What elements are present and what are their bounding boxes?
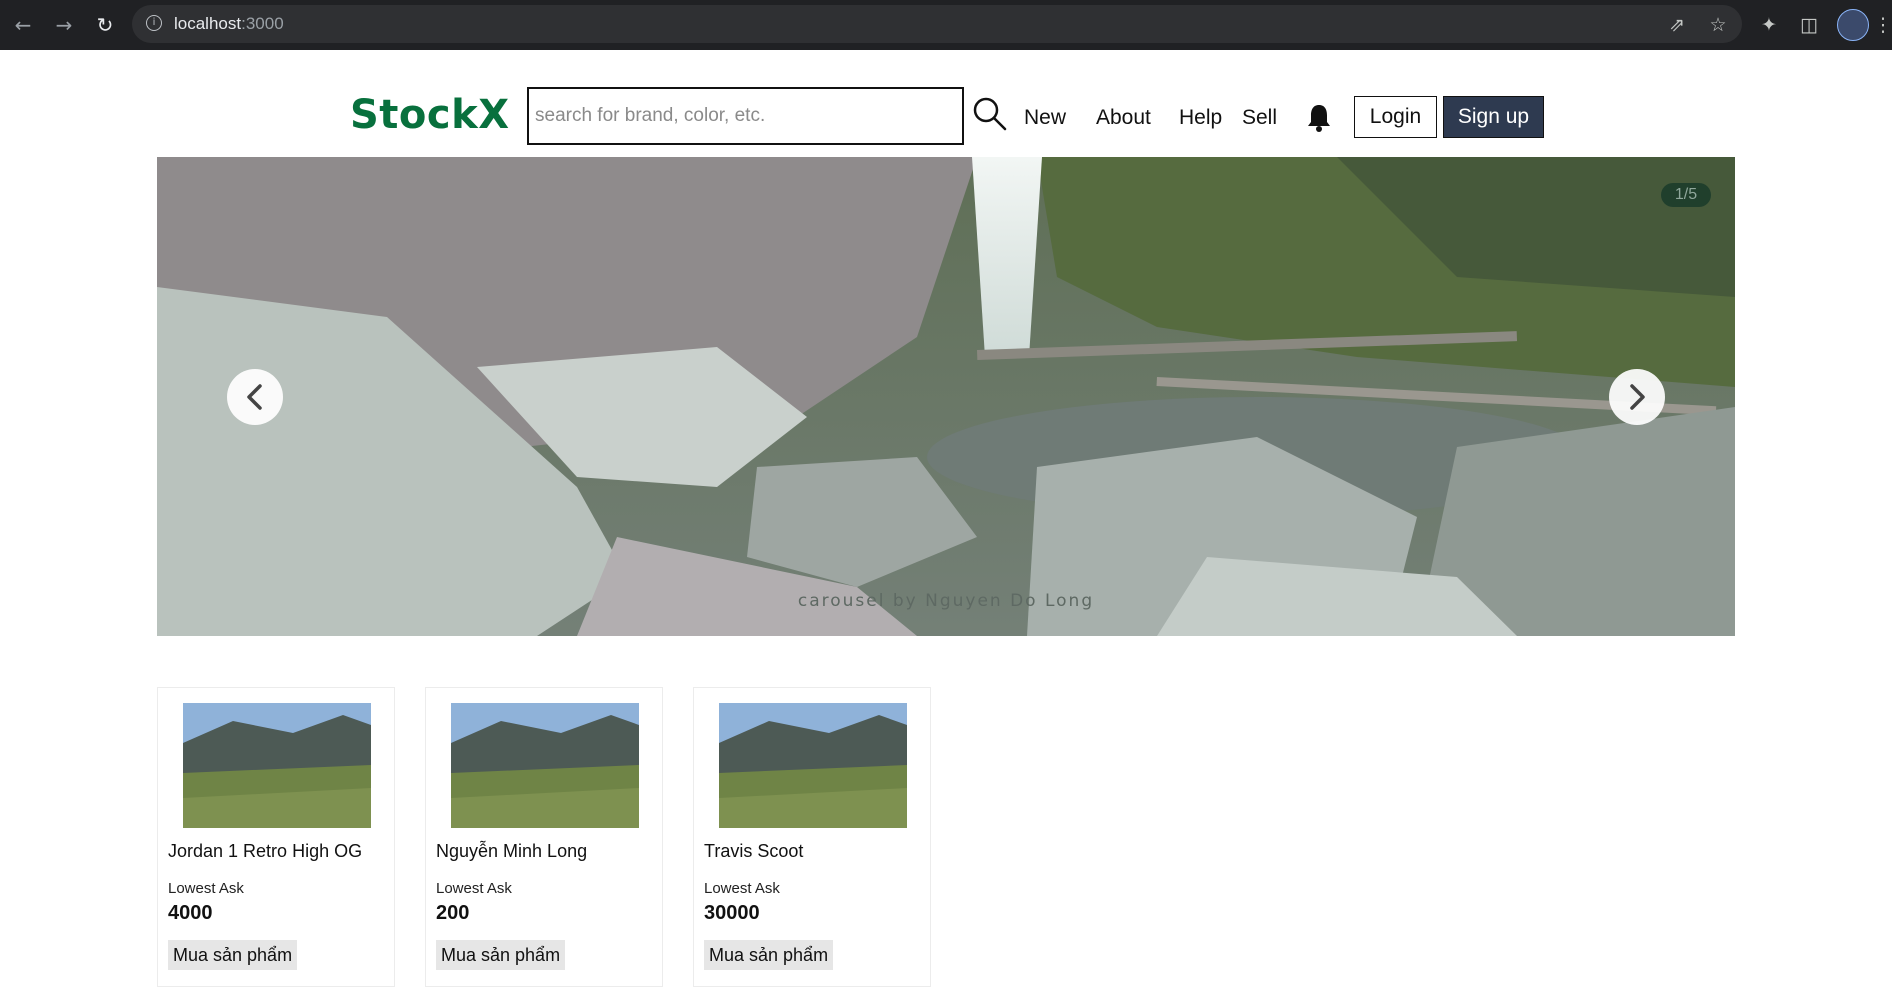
product-name[interactable]: Nguyễn Minh Long: [436, 841, 587, 862]
profile-avatar[interactable]: [1837, 9, 1869, 41]
carousel-counter: 1/5: [1661, 183, 1711, 207]
nav-help[interactable]: Help: [1179, 106, 1222, 130]
lowest-ask-label: Lowest Ask: [436, 880, 512, 897]
share-icon[interactable]: ⇗: [1664, 12, 1690, 38]
search-icon[interactable]: [972, 96, 1008, 132]
side-panel-icon[interactable]: ◫: [1796, 12, 1822, 38]
chevron-right-icon: [1630, 384, 1645, 410]
reload-icon[interactable]: ↻: [92, 12, 118, 38]
bell-icon[interactable]: [1306, 102, 1332, 132]
product-card[interactable]: Travis Scoot Lowest Ask 30000 Mua sản ph…: [693, 687, 931, 987]
lowest-ask-label: Lowest Ask: [168, 880, 244, 897]
extensions-icon[interactable]: ✦: [1756, 12, 1782, 38]
address-bar[interactable]: i localhost:3000 ⇗ ☆: [132, 5, 1742, 43]
product-price: 200: [436, 902, 470, 924]
bookmark-star-icon[interactable]: ☆: [1705, 12, 1731, 38]
login-button[interactable]: Login: [1354, 96, 1437, 138]
product-name[interactable]: Jordan 1 Retro High OG: [168, 841, 362, 862]
site-info-icon[interactable]: i: [146, 15, 162, 31]
carousel-next-button[interactable]: [1609, 369, 1665, 425]
hero-carousel: 1/5 carousel by Nguyen Do Long: [157, 157, 1735, 636]
menu-icon[interactable]: ⋮: [1870, 12, 1892, 38]
search-input[interactable]: [529, 89, 961, 143]
buy-button[interactable]: Mua sản phẩm: [704, 940, 834, 970]
search-box: [527, 87, 964, 145]
back-icon[interactable]: ←: [10, 12, 36, 38]
signup-button[interactable]: Sign up: [1443, 96, 1544, 138]
carousel-prev-button[interactable]: [227, 369, 283, 425]
product-name[interactable]: Travis Scoot: [704, 841, 803, 862]
product-card[interactable]: Nguyễn Minh Long Lowest Ask 200 Mua sản …: [425, 687, 663, 987]
product-price: 4000: [168, 902, 213, 924]
nav-sell[interactable]: Sell: [1242, 106, 1277, 130]
browser-toolbar: ← → ↻ i localhost:3000 ⇗ ☆ ✦ ◫ ⋮: [0, 0, 1892, 50]
product-image: [451, 703, 639, 828]
carousel-image: [157, 157, 1735, 636]
product-price: 30000: [704, 902, 760, 924]
logo-x: X: [478, 92, 510, 138]
product-card[interactable]: Jordan 1 Retro High OG Lowest Ask 4000 M…: [157, 687, 395, 987]
chevron-left-icon: [247, 384, 262, 410]
buy-button[interactable]: Mua sản phẩm: [436, 940, 566, 970]
product-image: [183, 703, 371, 828]
logo-text: Stock: [350, 92, 479, 138]
carousel-caption: carousel by Nguyen Do Long: [797, 591, 1095, 611]
nav-new[interactable]: New: [1024, 106, 1066, 130]
product-image: [719, 703, 907, 828]
nav-about[interactable]: About: [1096, 106, 1151, 130]
url-text: localhost:3000: [174, 14, 284, 33]
forward-icon[interactable]: →: [51, 12, 77, 38]
stockx-logo[interactable]: StockX: [350, 92, 510, 138]
buy-button[interactable]: Mua sản phẩm: [168, 940, 298, 970]
lowest-ask-label: Lowest Ask: [704, 880, 780, 897]
